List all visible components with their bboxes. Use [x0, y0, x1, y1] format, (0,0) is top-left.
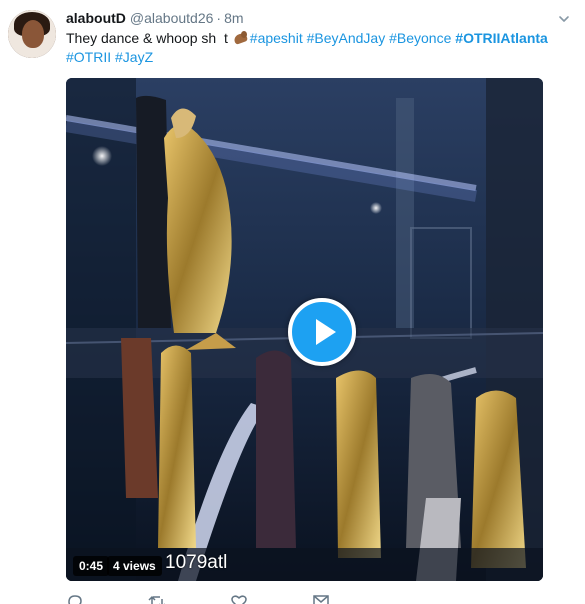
heart-icon[interactable] [230, 593, 248, 604]
tweet-text-tail: t [224, 30, 228, 46]
hashtag-link[interactable]: #JayZ [115, 49, 153, 65]
video-duration: 0:45 [73, 556, 110, 576]
video-player[interactable] [66, 78, 543, 581]
flexed-biceps-icon [233, 31, 249, 45]
hashtag-link[interactable]: #OTRIIAtlanta [455, 30, 548, 46]
tweet-card[interactable]: alaboutD @alaboutd26 · 8m They dance & whoo… [0, 0, 585, 604]
hashtag-link[interactable]: #apeshit [250, 30, 303, 46]
timestamp[interactable]: 8m [224, 10, 243, 26]
reply-icon[interactable] [66, 593, 84, 604]
tweet-header: alaboutD @alaboutd26 · 8m [66, 9, 244, 27]
tweet-text-body: They dance & whoop sh [66, 30, 217, 46]
tweet-text: They dance & whoop sh t #apeshit #BeyAnd… [66, 29, 566, 67]
display-name[interactable]: alaboutD [66, 10, 126, 26]
video-watermark: 1079atl [165, 552, 228, 573]
user-handle[interactable]: @alaboutd26 [130, 10, 214, 26]
hashtag-link[interactable]: #BeyAndJay [307, 30, 386, 46]
envelope-icon[interactable] [312, 593, 330, 604]
hashtag-link[interactable]: #Beyonce [389, 30, 451, 46]
play-icon [316, 319, 336, 345]
separator: · [216, 10, 222, 26]
hashtag-link[interactable]: #OTRII [66, 49, 111, 65]
play-button[interactable] [288, 298, 356, 366]
chevron-down-icon[interactable] [557, 12, 571, 26]
tweet-actions [66, 593, 543, 604]
retweet-icon[interactable] [148, 593, 166, 604]
avatar[interactable] [8, 10, 56, 58]
view-count: 4 views [107, 556, 162, 576]
